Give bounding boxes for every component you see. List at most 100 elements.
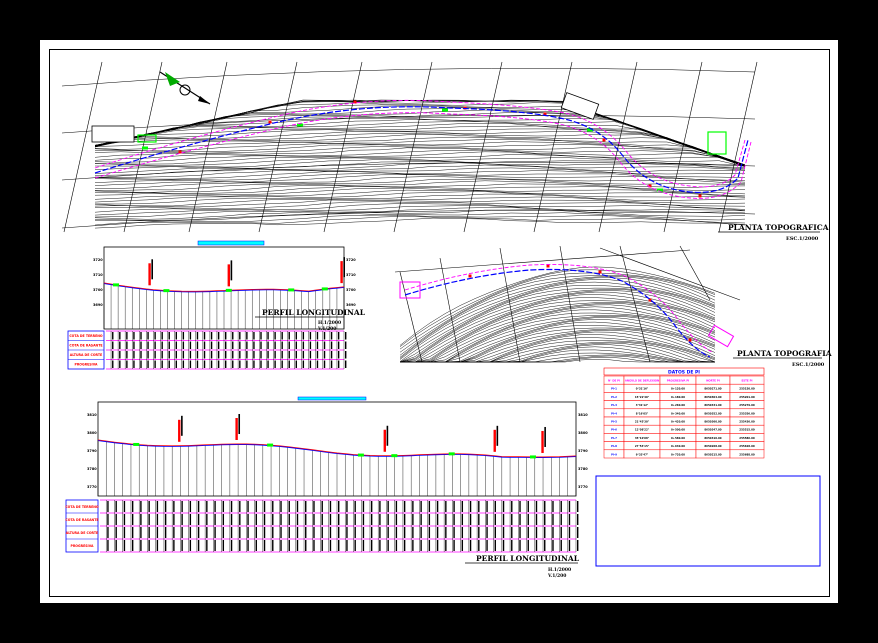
plan-top-contour [94, 189, 746, 200]
pb-band-value [403, 501, 406, 512]
pb-pi-label-text [496, 425, 499, 446]
pb-band-value [552, 527, 554, 538]
ps-band-row-label: COTA DE TERRENO [69, 334, 103, 338]
pb-band-value [412, 527, 414, 538]
pb-band-value [206, 514, 208, 525]
ps-band-value [288, 351, 290, 359]
curve-table-value: PI-8 [611, 444, 617, 448]
curve-table-value: 8650352.00 [704, 411, 721, 415]
curve-table-value: 21°45'30" [635, 420, 650, 424]
plan-right-grid-line [394, 249, 691, 273]
pb-band-value [445, 527, 447, 538]
ps-band-value [210, 351, 213, 359]
pb-band-value [123, 514, 126, 525]
pb-band-value [577, 514, 579, 525]
ps-pi-label-text [343, 257, 345, 278]
cad-viewport[interactable]: PLANTA TOPOGRAFICA ESC.1/2000 PLANTA TOP… [0, 0, 878, 643]
ps-band-value [302, 351, 305, 359]
ps-station-marker [288, 288, 295, 292]
pb-band-value [222, 514, 225, 525]
pb-band-value [395, 514, 398, 525]
pb-band-value [519, 540, 521, 551]
pb-band-value [478, 540, 480, 551]
pb-band-value [502, 540, 505, 551]
pb-band-value [568, 540, 571, 551]
curve-table-value: 3°41'12" [636, 403, 649, 407]
profile-small-title: PERFIL LONGITUDINAL [262, 308, 366, 317]
ps-band-value [196, 341, 199, 349]
curve-table-value: 255688.00 [739, 452, 755, 456]
pb-band-value [387, 527, 389, 538]
pb-band-value [346, 540, 348, 551]
ps-band-value [281, 341, 283, 349]
pb-band-value [453, 527, 455, 538]
pb-band-value [140, 501, 142, 512]
pb-band-value [420, 527, 422, 538]
drawing-canvas: PLANTA TOPOGRAFICA ESC.1/2000 PLANTA TOP… [61, 61, 832, 579]
ps-band-value [133, 332, 135, 340]
ps-band-value [337, 341, 340, 349]
ps-band-value [295, 341, 297, 349]
ps-band-value [196, 332, 199, 340]
ps-band-value [309, 332, 312, 340]
plan-right-contour [400, 303, 716, 363]
pb-band-value [403, 527, 406, 538]
pb-band-value [568, 501, 571, 512]
pb-pi-label-text [238, 413, 241, 434]
pb-band-value [362, 540, 365, 551]
ps-band-value [161, 360, 163, 368]
ps-pi-label [148, 263, 151, 286]
pb-band-value [247, 527, 249, 538]
pb-band-value [577, 527, 579, 538]
ps-elev-label-left: 3700 [93, 288, 103, 292]
pb-band-value [263, 540, 266, 551]
pb-band-value [313, 501, 315, 512]
plan-top-contours [94, 99, 746, 229]
pb-band-value [412, 540, 414, 551]
pb-band-value [148, 527, 150, 538]
pb-band-value [230, 514, 233, 525]
pb-band-value [313, 514, 315, 525]
pb-band-value [206, 501, 208, 512]
pb-band-value [181, 527, 183, 538]
curve-table-title: DATOS DE PI [668, 370, 700, 376]
pb-band-value [280, 514, 282, 525]
plan-top-pi-marker [178, 150, 182, 154]
curve-table-value: PI-6 [611, 428, 617, 432]
pb-band-value [164, 501, 167, 512]
pb-band-value [247, 501, 249, 512]
pb-band-value [436, 527, 439, 538]
ps-band-value [189, 332, 192, 340]
pb-band-value [272, 501, 274, 512]
profile-small-elevation-labels: 3720 3720 3710 3710 3700 3700 3690 3690 [93, 258, 356, 307]
ps-band-value [126, 351, 128, 359]
pb-band-value [387, 501, 389, 512]
plan-right-scale: ESC.1/2000 [792, 362, 825, 368]
pb-band-value [362, 527, 365, 538]
pb-elev-label-right: 3810 [578, 413, 588, 417]
pb-band-value [469, 540, 472, 551]
pb-band-value [148, 501, 150, 512]
plan-top-title: PLANTA TOPOGRAFICA [728, 223, 829, 232]
pb-band-value [263, 527, 266, 538]
pb-band-value [329, 540, 332, 551]
ps-band-value [203, 341, 206, 349]
ps-band-value [112, 360, 114, 368]
curve-table-value: 0+640.00 [671, 444, 685, 448]
pb-band-value [354, 527, 356, 538]
pb-band-value [395, 527, 398, 538]
curve-table-value: 27°54'15" [635, 444, 650, 448]
curve-table-value: 255515.00 [739, 428, 755, 432]
ps-band-value [133, 351, 135, 359]
ps-band-value [295, 351, 297, 359]
pb-band-value [214, 540, 216, 551]
ps-band-value [274, 351, 276, 359]
pb-band-value [321, 540, 323, 551]
plan-right-pi-marker [688, 338, 692, 342]
curve-table-value: 255628.00 [739, 444, 755, 448]
ps-band-value [168, 341, 170, 349]
curve-table-value: 15°22'40" [635, 395, 650, 399]
curve-table-value: PI-7 [611, 436, 617, 440]
pb-band-value [379, 527, 381, 538]
plan-top-grid-line [598, 61, 638, 233]
